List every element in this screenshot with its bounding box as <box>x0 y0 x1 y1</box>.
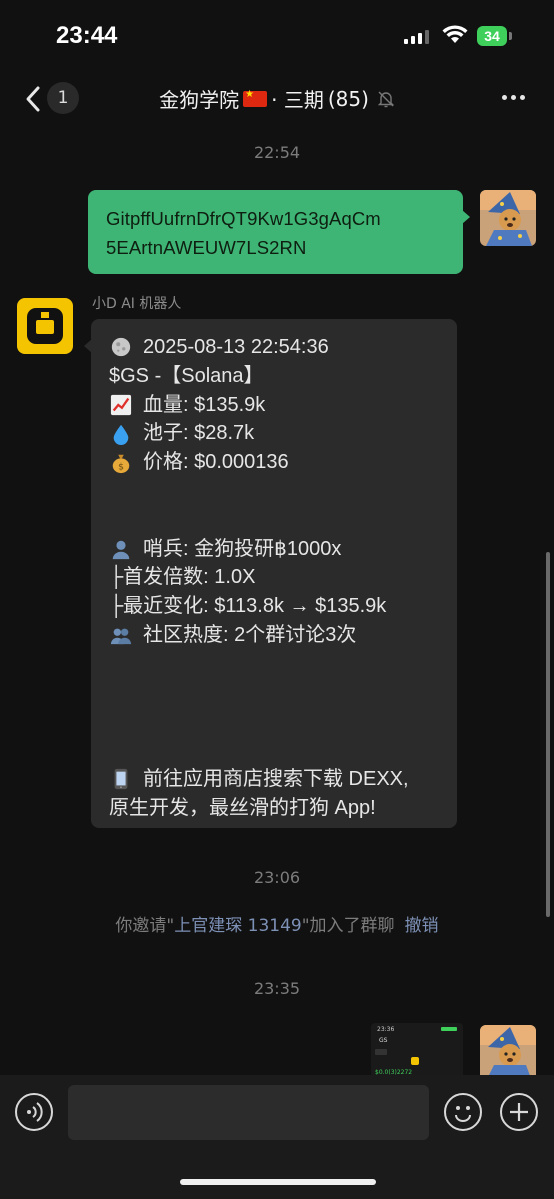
preview-battery-icon <box>441 1027 457 1031</box>
message-line: 前往应用商店搜索下载 DEXX, <box>109 765 457 794</box>
message-text-line: 5EArtnAWEUW7LS2RN <box>106 237 307 258</box>
home-indicator[interactable] <box>180 1179 376 1185</box>
invitee-name-link[interactable]: 上官建琛 13149 <box>174 916 301 936</box>
system-invite-message: 你邀请"上官建琛 13149"加入了群聊 撤销 <box>0 911 554 936</box>
title-prefix: 金狗学院 <box>159 88 240 112</box>
wifi-icon <box>442 25 468 43</box>
more-actions-button[interactable] <box>500 1093 538 1131</box>
my-avatar[interactable] <box>480 190 536 246</box>
mobile-phone-icon <box>114 769 128 790</box>
battery-level: 34 <box>484 28 500 44</box>
market-cap: 血量: $135.9k <box>143 393 266 416</box>
token-symbol: $GS -【Solana】 <box>109 364 264 387</box>
message-text-line: GitpffUufrnDfrQT9Kw1G3gAqCm <box>106 208 381 229</box>
wizard-dog-avatar-image <box>480 1025 536 1075</box>
promo-text-line: 原生开发，最丝滑的打狗 App! <box>109 796 376 819</box>
message-line: 血量: $135.9k <box>109 391 457 420</box>
timestamp: 23:35 <box>253 979 301 998</box>
battery-tip <box>509 32 512 40</box>
voice-waves-icon <box>27 1102 43 1122</box>
droplet-icon <box>113 424 129 445</box>
emoji-button[interactable] <box>444 1093 482 1131</box>
smiley-icon <box>455 1106 471 1122</box>
plus-icon <box>510 1103 528 1121</box>
dexx-logo-icon <box>27 308 63 344</box>
chart-increasing-icon <box>110 394 132 416</box>
promo-text-line: 前往应用商店搜索下载 DEXX, <box>143 767 409 790</box>
cellular-signal-icon <box>404 28 429 44</box>
community-heat: 社区热度: 2个群讨论3次 <box>143 623 357 646</box>
unread-count-badge[interactable]: 1 <box>47 82 79 114</box>
first-multiplier: ├首发倍数: 1.0X <box>109 566 256 589</box>
unread-count: 1 <box>57 88 69 108</box>
preview-logo-icon <box>411 1057 419 1065</box>
money-bag-icon: $ <box>112 454 130 473</box>
recent-change: ├最近变化: $113.8k → $135.9k <box>109 595 387 618</box>
wizard-dog-avatar-image <box>480 190 536 246</box>
token-timestamp: 2025-08-13 22:54:36 <box>143 336 329 358</box>
member-count: (85) <box>327 86 369 111</box>
my-avatar[interactable] <box>480 1025 536 1075</box>
message-line: 原生开发，最丝滑的打狗 App! <box>109 794 457 823</box>
message-line: 2025-08-13 22:54:36 <box>109 333 457 362</box>
china-flag-icon <box>243 89 268 107</box>
message-line: 哨兵: 金狗投研฿1000x <box>109 535 457 564</box>
muted-bell-icon <box>377 91 395 107</box>
battery-icon: 34 <box>477 26 507 46</box>
token-price: 价格: $0.000136 <box>143 451 289 474</box>
preview-symbol: GS <box>379 1037 388 1044</box>
outgoing-message-bubble[interactable]: GitpffUufrnDfrQT9Kw1G3gAqCm 5EArtnAWEUW7… <box>88 190 470 274</box>
sender-name: 小D AI 机器人 <box>92 296 182 312</box>
people-silhouette-icon <box>110 628 132 645</box>
sentinel-info: 哨兵: 金狗投研฿1000x <box>143 537 342 560</box>
message-line: ├最近变化: $113.8k → $135.9k <box>109 592 457 621</box>
bot-avatar[interactable] <box>17 298 73 354</box>
timestamp: 23:06 <box>253 868 301 887</box>
status-bar: 23:44 34 <box>0 0 554 70</box>
invite-prefix: 你邀请" <box>115 916 175 936</box>
more-options-icon[interactable] <box>502 95 525 100</box>
message-line: 社区热度: 2个群讨论3次 <box>109 621 457 650</box>
scrollbar[interactable] <box>546 552 550 917</box>
status-time: 23:44 <box>56 22 118 49</box>
message-line: 池子: $28.7k <box>109 419 457 448</box>
person-silhouette-icon <box>112 540 130 560</box>
timestamp: 22:54 <box>253 143 301 162</box>
message-line: $GS -【Solana】 <box>109 362 457 391</box>
title-suffix: · 三期 <box>271 88 324 112</box>
svg-text:$: $ <box>118 461 124 472</box>
invite-suffix: "加入了群聊 <box>301 916 395 936</box>
moon-icon <box>111 338 131 357</box>
chat-title[interactable]: 金狗学院 · 三期 (85) <box>130 84 424 113</box>
liquidity-pool: 池子: $28.7k <box>143 422 255 445</box>
back-chevron-icon[interactable] <box>20 84 50 114</box>
preview-tab <box>375 1049 387 1055</box>
message-line: ├首发倍数: 1.0X <box>109 563 457 592</box>
message-input[interactable] <box>68 1085 429 1140</box>
voice-input-button[interactable] <box>15 1093 53 1131</box>
message-line: $ 价格: $0.000136 <box>109 448 457 477</box>
preview-time: 23:36 <box>377 1026 395 1033</box>
undo-invite-link[interactable]: 撤销 <box>405 916 439 936</box>
bot-message-bubble[interactable]: 2025-08-13 22:54:36 $GS -【Solana】 血量: $1… <box>84 319 457 828</box>
